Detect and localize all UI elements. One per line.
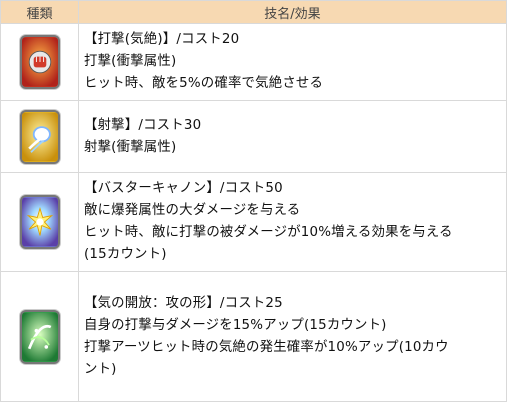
- type-cell: [0, 271, 79, 402]
- type-cell: [0, 23, 79, 101]
- skill-effect-line: 打撃(衝撃属性): [84, 54, 177, 69]
- ki-release-card-icon: [19, 309, 60, 364]
- fist-punch-card-icon: [19, 35, 60, 89]
- skill-name: 【バスターキャノン】/コスト50: [84, 181, 283, 196]
- skill-cell: 【気の開放：攻の形】/コスト25 自身の打撃与ダメージを15%アップ(15カウン…: [78, 271, 507, 402]
- table-header-row: 種類 技名/効果: [0, 0, 507, 24]
- buster-cannon-card-icon: [19, 195, 60, 249]
- type-cell: [0, 100, 79, 173]
- skill-name: 【気の開放：攻の形】/コスト25: [84, 295, 283, 311]
- header-skill-effect: 技名/効果: [78, 0, 507, 24]
- skill-cell: 【射撃】/コスト30 射撃(衝撃属性): [78, 100, 507, 173]
- skill-effect-line: (15カウント): [84, 247, 167, 262]
- skill-cell: 【打撃(気絶)】/コスト20 打撃(衝撃属性) ヒット時、敵を5%の確率で気絶さ…: [78, 23, 507, 101]
- skill-effect-line: 敵に爆発属性の大ダメージを与える: [84, 203, 301, 218]
- header-type: 種類: [0, 0, 79, 24]
- skill-effect-line: 射撃(衝撃属性): [84, 139, 177, 155]
- skill-effect-line: ント): [84, 361, 117, 377]
- skill-effect-line: 打撃アーツヒット時の気絶の発生確率が10%アップ(10カウ: [84, 339, 449, 355]
- type-cell: [0, 172, 79, 272]
- table-row: 【射撃】/コスト30 射撃(衝撃属性): [0, 100, 507, 173]
- skill-cell: 【バスターキャノン】/コスト50 敵に爆発属性の大ダメージを与える ヒット時、敵…: [78, 172, 507, 272]
- skill-effect-line: ヒット時、敵に打撃の被ダメージが10%増える効果を与える: [84, 225, 453, 240]
- skill-effect-line: 自身の打撃与ダメージを15%アップ(15カウント): [84, 317, 387, 333]
- energy-shot-card-icon: [19, 109, 60, 164]
- skill-effect-line: ヒット時、敵を5%の確率で気絶させる: [84, 76, 324, 91]
- table-row: 【気の開放：攻の形】/コスト25 自身の打撃与ダメージを15%アップ(15カウン…: [0, 271, 507, 402]
- skill-name: 【射撃】/コスト30: [84, 117, 202, 133]
- skill-table: 種類 技名/効果 【打撃(気絶)】/コスト20 打撃(衝撃属性) ヒット時、敵を…: [0, 0, 507, 402]
- table-row: 【バスターキャノン】/コスト50 敵に爆発属性の大ダメージを与える ヒット時、敵…: [0, 172, 507, 272]
- skill-name: 【打撃(気絶)】/コスト20: [84, 32, 240, 47]
- table-row: 【打撃(気絶)】/コスト20 打撃(衝撃属性) ヒット時、敵を5%の確率で気絶さ…: [0, 23, 507, 101]
